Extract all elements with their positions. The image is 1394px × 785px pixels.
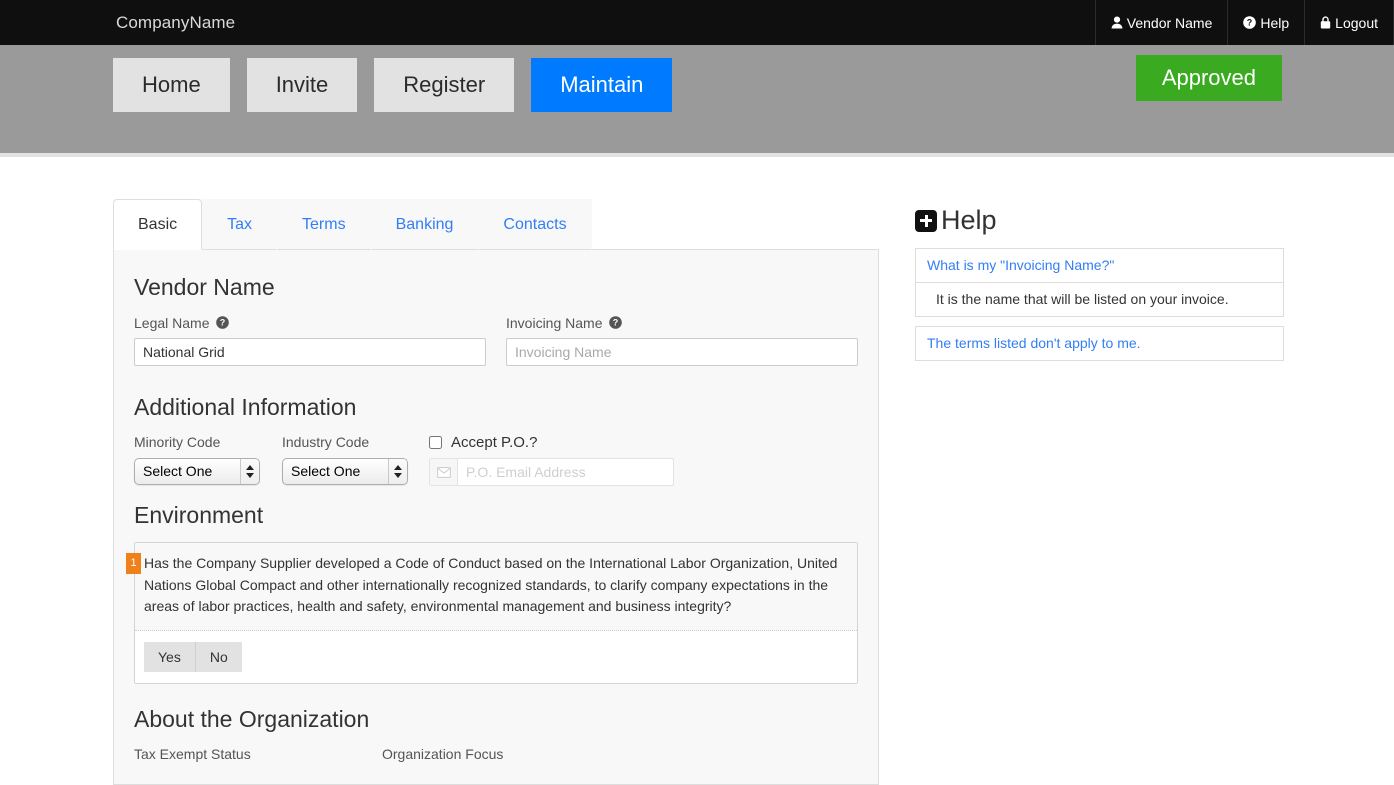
top-navbar: CompanyName Vendor Name ? Help Logout <box>0 0 1394 45</box>
accept-po-group: Accept P.O.? <box>429 433 729 487</box>
help-question-invoicing-name[interactable]: What is my "Invoicing Name?" <box>915 248 1284 283</box>
nav-item-logout[interactable]: Logout <box>1304 0 1394 45</box>
nav-button-invite[interactable]: Invite <box>246 58 358 112</box>
section-heading-about-organization: About the Organization <box>134 706 370 733</box>
legal-name-label: Legal Name ? <box>134 314 486 332</box>
yes-no-button-group: Yes No <box>144 642 242 673</box>
organization-focus-label: Organization Focus <box>382 745 504 762</box>
invoicing-name-label: Invoicing Name ? <box>506 314 858 332</box>
invoicing-name-input[interactable] <box>506 337 858 366</box>
po-email-input-group <box>429 458 674 487</box>
help-panel-heading: Help <box>915 207 1284 234</box>
help-column: Help What is my "Invoicing Name?" It is … <box>915 198 1284 785</box>
additional-information-row: Minority Code Select One Industry Code S… <box>134 433 858 487</box>
invoicing-name-group: Invoicing Name ? <box>506 314 858 366</box>
question-circle-icon: ? <box>1243 16 1257 29</box>
tab-panel-basic: Vendor Name Legal Name ? Invoicing Name <box>113 250 879 785</box>
legal-name-group: Legal Name ? <box>134 314 486 366</box>
nav-item-logout-label: Logout <box>1335 14 1378 31</box>
main-nav-buttons: Home Invite Register Maintain <box>113 58 673 112</box>
tab-banking[interactable]: Banking <box>370 198 479 250</box>
industry-code-select-wrap: Select One <box>282 457 408 485</box>
minority-code-select-wrap: Select One <box>134 457 260 485</box>
tab-strip: Basic Tax Terms Banking Contacts <box>113 198 879 250</box>
legal-name-label-text: Legal Name <box>134 314 210 331</box>
vendor-name-row: Legal Name ? Invoicing Name ? <box>134 314 858 378</box>
industry-code-select[interactable]: Select One <box>282 457 408 485</box>
help-heading-text: Help <box>941 205 997 235</box>
page-content: Basic Tax Terms Banking Contacts Vendor … <box>0 157 1394 785</box>
brand-logo[interactable]: CompanyName <box>0 0 235 45</box>
industry-code-label: Industry Code <box>282 434 370 451</box>
help-accordion-group-1: What is my "Invoicing Name?" It is the n… <box>915 248 1284 317</box>
accept-po-checkbox-row: Accept P.O.? <box>429 433 729 452</box>
nav-item-vendor-name[interactable]: Vendor Name <box>1094 0 1228 45</box>
help-tooltip-icon[interactable]: ? <box>608 316 622 329</box>
help-answer-invoicing-name: It is the name that will be listed on yo… <box>915 282 1284 317</box>
sub-header-bar: Home Invite Register Maintain Approved <box>0 45 1394 157</box>
organization-labels-row: Tax Exempt Status Organization Focus <box>134 746 858 762</box>
help-question-terms-not-apply[interactable]: The terms listed don't apply to me. <box>915 325 1284 361</box>
invoicing-name-label-text: Invoicing Name <box>506 314 603 331</box>
section-heading-vendor-name: Vendor Name <box>134 274 275 300</box>
accept-po-label[interactable]: Accept P.O.? <box>451 434 537 451</box>
navbar-right-menu: Vendor Name ? Help Logout <box>1094 0 1394 45</box>
accept-po-checkbox[interactable] <box>429 436 442 450</box>
nav-button-maintain[interactable]: Maintain <box>531 58 673 112</box>
svg-text:?: ? <box>612 318 618 328</box>
industry-code-group: Industry Code Select One <box>282 433 429 485</box>
tab-basic[interactable]: Basic <box>113 198 203 250</box>
po-email-input[interactable] <box>457 458 674 487</box>
nav-item-vendor-name-label: Vendor Name <box>1126 14 1213 31</box>
environment-answer-area: Yes No <box>135 631 857 684</box>
help-accordion-group-2: The terms listed don't apply to me. <box>915 325 1284 361</box>
answer-no-button[interactable]: No <box>195 642 242 673</box>
nav-button-register[interactable]: Register <box>374 58 515 112</box>
environment-question-panel: 1 Has the Company Supplier developed a C… <box>126 541 858 685</box>
section-heading-additional-information: Additional Information <box>134 393 357 420</box>
legal-name-input[interactable] <box>134 337 486 366</box>
question-number-badge: 1 <box>126 552 141 574</box>
help-tooltip-icon[interactable]: ? <box>215 316 229 329</box>
envelope-icon <box>429 458 457 487</box>
minority-code-group: Minority Code Select One <box>134 433 282 485</box>
minority-code-select[interactable]: Select One <box>134 457 260 485</box>
tab-tax[interactable]: Tax <box>202 198 278 250</box>
form-column: Basic Tax Terms Banking Contacts Vendor … <box>113 198 879 785</box>
nav-item-help[interactable]: ? Help <box>1227 0 1304 45</box>
answer-yes-button[interactable]: Yes <box>144 642 196 673</box>
nav-item-help-label: Help <box>1260 14 1290 31</box>
svg-text:?: ? <box>219 318 225 328</box>
tax-exempt-status-label: Tax Exempt Status <box>134 745 251 762</box>
nav-button-home[interactable]: Home <box>113 58 230 112</box>
tab-terms[interactable]: Terms <box>277 198 371 250</box>
plus-square-icon <box>915 209 937 232</box>
lock-icon <box>1320 16 1331 29</box>
section-heading-environment: Environment <box>134 502 264 529</box>
svg-text:?: ? <box>1247 18 1253 28</box>
user-icon <box>1111 16 1123 29</box>
status-badge-approved[interactable]: Approved <box>1135 55 1282 101</box>
minority-code-label: Minority Code <box>134 434 221 451</box>
tab-contacts[interactable]: Contacts <box>478 198 592 250</box>
environment-question-text: Has the Company Supplier developed a Cod… <box>135 542 857 632</box>
